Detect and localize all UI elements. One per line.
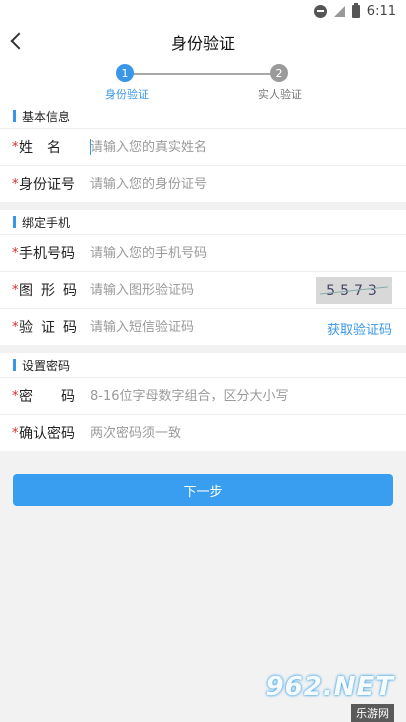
watermark-logo: 962.NET 乐游网 [266, 672, 394, 722]
idcard-label: 身份证号 [19, 177, 75, 193]
captcha-row: * 图形码 5573 [0, 271, 406, 308]
mobile-label: 手机号码 [19, 246, 75, 262]
required-mark: * [12, 176, 19, 192]
step-2-circle: 2 [270, 64, 288, 82]
password-label: 密码 [19, 389, 103, 405]
idcard-row: * 身份证号 [0, 165, 406, 202]
idcard-input[interactable] [90, 176, 406, 192]
basic-info-section: 基本信息 * 姓 名 * 身份证号 [0, 104, 406, 202]
back-arrow-icon[interactable] [10, 32, 28, 50]
name-input[interactable] [90, 139, 406, 155]
status-bar: 6:11 [0, 0, 406, 22]
get-code-button[interactable]: 获取验证码 [327, 319, 392, 338]
bind-phone-section: 绑定手机 * 手机号码 * 图形码 5573 * 验证码 获取验证码 [0, 210, 406, 345]
watermark-main: 962.NET [265, 672, 394, 702]
set-password-section: 设置密码 * 密码 * 确认密码 [0, 353, 406, 451]
sms-label: 验证码 [19, 320, 85, 336]
password-input[interactable] [90, 388, 406, 404]
name-row: * 姓 名 [0, 128, 406, 165]
section-header: 设置密码 [0, 353, 406, 377]
text-cursor [90, 139, 91, 155]
section-accent-bar [13, 359, 16, 371]
confirm-password-input[interactable] [90, 425, 406, 441]
section-header: 基本信息 [0, 104, 406, 128]
step-connector [133, 73, 273, 75]
confirm-password-row: * 确认密码 [0, 414, 406, 451]
required-mark: * [12, 245, 19, 261]
mobile-row: * 手机号码 [0, 234, 406, 271]
step-1-label: 身份验证 [105, 88, 149, 101]
captcha-label: 图形码 [19, 283, 85, 299]
section-accent-bar [13, 216, 16, 228]
mobile-input[interactable] [90, 245, 406, 261]
signal-icon [333, 5, 345, 17]
required-mark: * [12, 319, 19, 335]
battery-icon [351, 2, 360, 18]
name-label: 姓 名 [19, 137, 90, 157]
watermark-sub: 乐游网 [351, 704, 394, 722]
section-accent-bar [13, 110, 16, 122]
status-time: 6:11 [366, 3, 396, 19]
section-title: 基本信息 [22, 109, 71, 124]
required-mark: * [12, 139, 19, 155]
next-step-button[interactable]: 下一步 [13, 474, 393, 506]
name-label-text: 姓 名 [19, 140, 61, 156]
password-row: * 密码 [0, 377, 406, 414]
required-mark: * [12, 388, 19, 404]
sms-row: * 验证码 获取验证码 [0, 308, 406, 345]
page-title: 身份验证 [170, 34, 235, 53]
section-title: 设置密码 [22, 358, 71, 373]
step-indicator: 1 2 身份验证 实人验证 [0, 62, 406, 104]
captcha-image[interactable]: 5573 [316, 277, 392, 304]
section-header: 绑定手机 [0, 210, 406, 234]
required-mark: * [12, 282, 19, 298]
do-not-disturb-icon [313, 4, 327, 18]
step-2-label: 实人验证 [258, 88, 302, 101]
title-bar: 身份验证 [0, 22, 406, 62]
confirm-password-label: 确认密码 [19, 426, 75, 442]
section-title: 绑定手机 [22, 215, 71, 230]
required-mark: * [12, 425, 19, 441]
step-1-circle: 1 [116, 64, 134, 82]
